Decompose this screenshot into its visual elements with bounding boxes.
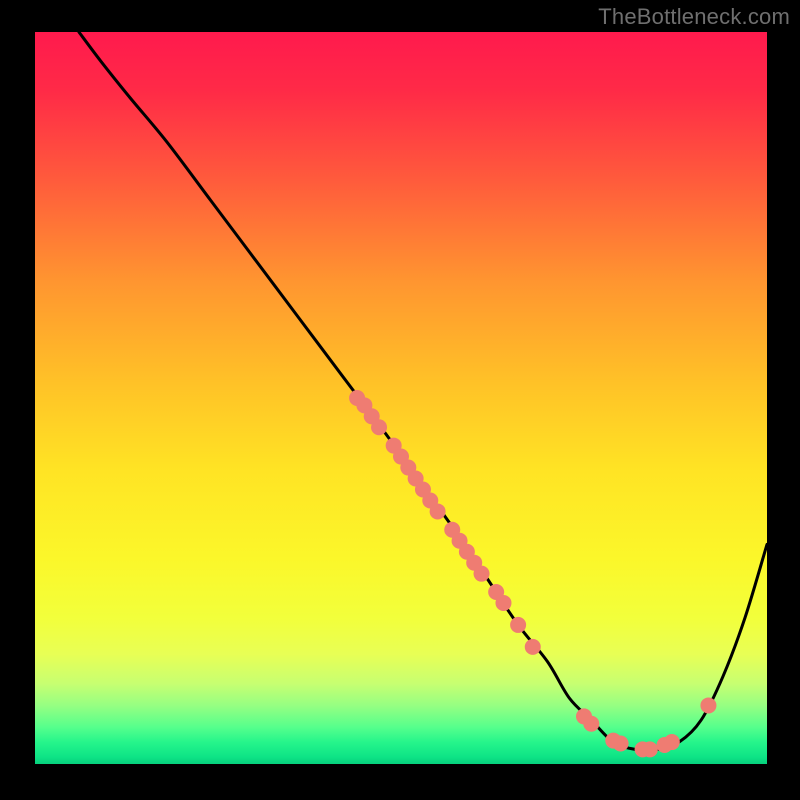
data-marker	[474, 566, 490, 582]
data-marker	[613, 736, 629, 752]
data-marker	[700, 697, 716, 713]
data-marker	[642, 741, 658, 757]
chart-frame: TheBottleneck.com	[0, 0, 800, 800]
data-marker	[430, 503, 446, 519]
plot-area	[35, 32, 767, 764]
data-marker	[525, 639, 541, 655]
watermark-text: TheBottleneck.com	[598, 4, 790, 30]
data-marker	[371, 419, 387, 435]
bottleneck-curve-line	[79, 32, 767, 750]
chart-svg	[35, 32, 767, 764]
data-marker	[664, 734, 680, 750]
data-marker	[510, 617, 526, 633]
data-marker	[495, 595, 511, 611]
data-marker	[583, 716, 599, 732]
marker-group	[349, 390, 716, 757]
